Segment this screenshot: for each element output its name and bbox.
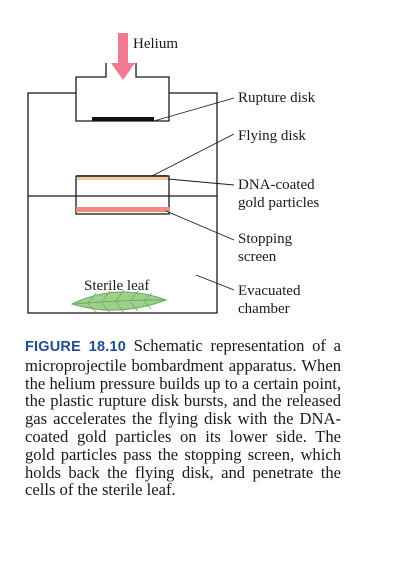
stopping-label-line2: screen <box>238 249 277 265</box>
caption-text: Schematic representation of a microproje… <box>25 336 341 500</box>
stopping-label-line1: Stopping <box>238 231 293 247</box>
helium-label: Helium <box>133 36 178 52</box>
flying-disk-label: Flying disk <box>238 128 306 144</box>
figure-caption: FIGURE 18.10 Schematic representation of… <box>25 337 341 499</box>
stopping-screen <box>76 207 170 212</box>
rupture-disk <box>92 117 154 121</box>
dna-label-line2: gold particles <box>238 195 319 211</box>
rupture-disk-label: Rupture disk <box>238 90 316 106</box>
evacuated-label-line1: Evacuated <box>238 283 301 299</box>
sterile-leaf-label: Sterile leaf <box>84 278 149 294</box>
bombardment-apparatus-diagram: Helium Rupture disk Flying disk DNA-coat… <box>27 33 319 317</box>
evacuated-label-line2: chamber <box>238 301 290 317</box>
figure-label: FIGURE 18.10 <box>25 339 127 355</box>
dna-label-line1: DNA-coated <box>238 177 315 193</box>
